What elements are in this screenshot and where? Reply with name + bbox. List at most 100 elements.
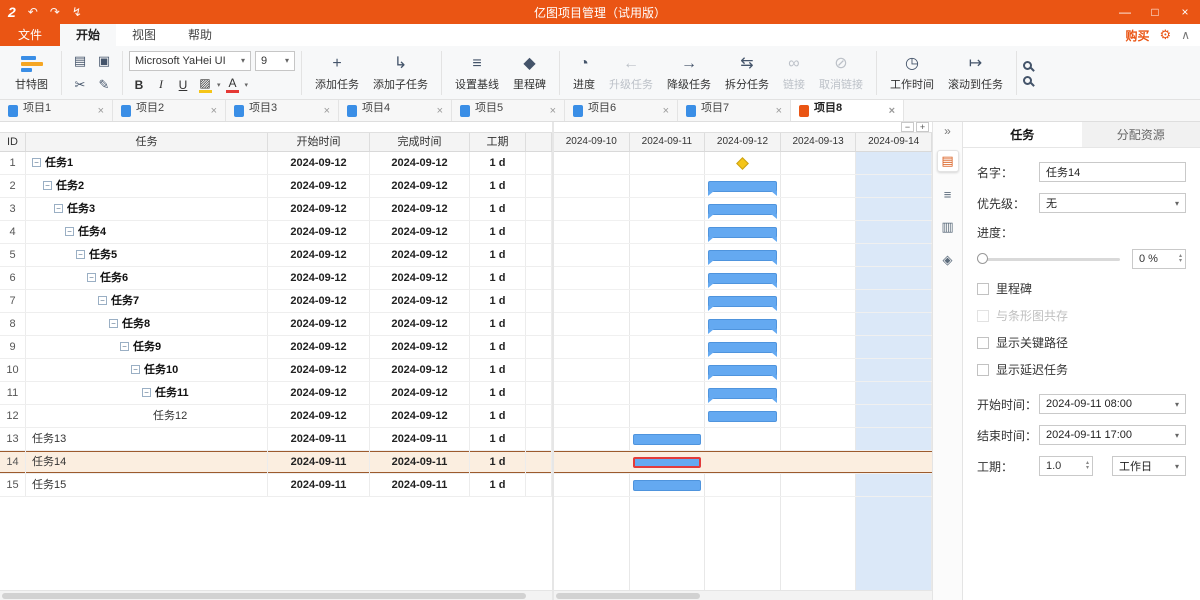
milestone-button[interactable]: ◆里程碑 (506, 49, 553, 97)
gantt-horizontal-scrollbar[interactable] (554, 590, 932, 600)
project-tab[interactable]: 项目6× (565, 100, 678, 121)
copy-button[interactable]: ▣ (92, 49, 116, 73)
gantt-bar[interactable] (708, 319, 777, 330)
collapse-expander-icon[interactable]: − (87, 273, 96, 282)
table-horizontal-scrollbar[interactable] (0, 590, 552, 600)
collapse-expander-icon[interactable]: − (131, 365, 140, 374)
close-tab-icon[interactable]: × (211, 105, 217, 117)
close-tab-icon[interactable]: × (98, 105, 104, 117)
table-row[interactable]: 1−任务12024-09-122024-09-121 d (0, 152, 552, 175)
spinner-down-icon[interactable]: ▾ (1086, 466, 1089, 471)
font-size-select[interactable]: 9 ▾ (255, 51, 295, 71)
task-form-panel-icon[interactable]: ▤ (937, 150, 959, 172)
checkbox[interactable] (977, 337, 989, 349)
collapse-expander-icon[interactable]: − (65, 227, 74, 236)
close-tab-icon[interactable]: × (663, 105, 669, 117)
gantt-bar[interactable] (708, 250, 777, 261)
gantt-bar[interactable] (708, 204, 777, 215)
gantt-row[interactable] (554, 405, 932, 428)
table-row[interactable]: 15任务152024-09-112024-09-111 d (0, 474, 552, 497)
table-row[interactable]: 4−任务42024-09-122024-09-121 d (0, 221, 552, 244)
underline-button[interactable]: U (173, 75, 193, 95)
font-color-button[interactable]: A (223, 75, 243, 95)
table-row[interactable]: 14任务142024-09-112024-09-111 d (0, 451, 552, 474)
close-button[interactable]: × (1170, 0, 1200, 24)
gantt-row[interactable] (554, 382, 932, 405)
table-row[interactable]: 9−任务92024-09-122024-09-121 d (0, 336, 552, 359)
set-baseline-button[interactable]: ≡设置基线 (448, 49, 506, 97)
font-family-select[interactable]: Microsoft YaHei UI ▾ (129, 51, 251, 71)
scroll-to-task-button[interactable]: ↦滚动到任务 (941, 49, 1010, 97)
project-tab[interactable]: 项目5× (452, 100, 565, 121)
gantt-row[interactable] (554, 336, 932, 359)
close-tab-icon[interactable]: × (889, 105, 895, 117)
progress-spinner[interactable]: 0 % ▴ ▾ (1132, 249, 1186, 269)
gantt-view-button[interactable]: 甘特图 (8, 49, 55, 97)
checkbox[interactable] (977, 283, 989, 295)
redo-icon[interactable]: ↷ (50, 5, 60, 19)
collapse-expander-icon[interactable]: − (32, 158, 41, 167)
table-row[interactable]: 2−任务22024-09-122024-09-121 d (0, 175, 552, 198)
italic-button[interactable]: I (151, 75, 171, 95)
gear-icon[interactable]: ⚙ (1160, 27, 1172, 43)
table-row[interactable]: 3−任务32024-09-122024-09-121 d (0, 198, 552, 221)
chevron-down-icon[interactable]: ▾ (217, 81, 221, 89)
project-tab[interactable]: 项目3× (226, 100, 339, 121)
gantt-row[interactable] (554, 221, 932, 244)
close-tab-icon[interactable]: × (776, 105, 782, 117)
duration-spinner[interactable]: 1.0 ▴ ▾ (1039, 456, 1093, 476)
table-row[interactable]: 12任务122024-09-122024-09-121 d (0, 405, 552, 428)
priority-select[interactable]: 无 ▾ (1039, 193, 1186, 213)
duration-unit-select[interactable]: 工作日 ▾ (1112, 456, 1186, 476)
progress-slider-thumb[interactable] (977, 253, 988, 264)
gantt-row[interactable] (554, 152, 932, 175)
zoom-in-button[interactable]: + (916, 122, 929, 132)
lightning-icon[interactable]: ↯ (72, 5, 82, 19)
gantt-bar[interactable] (633, 434, 702, 445)
minimize-button[interactable]: — (1110, 0, 1140, 24)
collapse-expander-icon[interactable]: − (76, 250, 85, 259)
menu-tab-view[interactable]: 视图 (116, 24, 172, 46)
maximize-button[interactable]: □ (1140, 0, 1170, 24)
outline-panel-icon[interactable]: ≡ (937, 183, 959, 205)
fill-color-button[interactable]: ▨ (195, 75, 215, 95)
split-task-button[interactable]: ⇆拆分任务 (718, 49, 776, 97)
table-row[interactable]: 7−任务72024-09-122024-09-121 d (0, 290, 552, 313)
note-panel-icon[interactable]: ▥ (937, 216, 959, 238)
menu-tab-file[interactable]: 文件 (0, 24, 60, 46)
collapse-expander-icon[interactable]: − (142, 388, 151, 397)
menu-tab-help[interactable]: 帮助 (172, 24, 228, 46)
gantt-row[interactable] (554, 428, 932, 451)
collapse-panel-icon[interactable]: » (944, 124, 951, 138)
start-time-select[interactable]: 2024-09-11 08:00 ▾ (1039, 394, 1186, 414)
table-row[interactable]: 13任务132024-09-112024-09-111 d (0, 428, 552, 451)
close-tab-icon[interactable]: × (324, 105, 330, 117)
table-row[interactable]: 10−任务102024-09-122024-09-121 d (0, 359, 552, 382)
buy-button[interactable]: 购买 (1126, 27, 1150, 44)
format-painter-button[interactable]: ✎ (92, 73, 116, 97)
collapse-expander-icon[interactable]: − (120, 342, 129, 351)
gantt-bar[interactable] (708, 181, 777, 192)
spinner-down-icon[interactable]: ▾ (1179, 259, 1182, 264)
gantt-row[interactable] (554, 290, 932, 313)
gantt-bar[interactable] (633, 457, 702, 468)
menu-tab-start[interactable]: 开始 (60, 24, 116, 46)
chevron-down-icon[interactable]: ▾ (245, 81, 249, 89)
gantt-row[interactable] (554, 474, 932, 497)
add-subtask-button[interactable]: ↳添加子任务 (366, 49, 435, 97)
undo-icon[interactable]: ↶ (28, 5, 38, 19)
cut-button[interactable]: ✂ (68, 73, 92, 97)
collapse-expander-icon[interactable]: − (43, 181, 52, 190)
gantt-bar[interactable] (708, 273, 777, 284)
close-tab-icon[interactable]: × (550, 105, 556, 117)
table-row[interactable]: 11−任务112024-09-122024-09-121 d (0, 382, 552, 405)
gantt-row[interactable] (554, 175, 932, 198)
table-row[interactable]: 6−任务62024-09-122024-09-121 d (0, 267, 552, 290)
finish-time-select[interactable]: 2024-09-11 17:00 ▾ (1039, 425, 1186, 445)
gantt-row[interactable] (554, 198, 932, 221)
find-task-button[interactable] (1023, 76, 1032, 85)
search-button[interactable] (1023, 61, 1032, 70)
progress-button[interactable]: ◔进度 (566, 49, 602, 97)
project-tab[interactable]: 项目1× (0, 100, 113, 121)
task-name-input[interactable]: 任务14 (1039, 162, 1186, 182)
